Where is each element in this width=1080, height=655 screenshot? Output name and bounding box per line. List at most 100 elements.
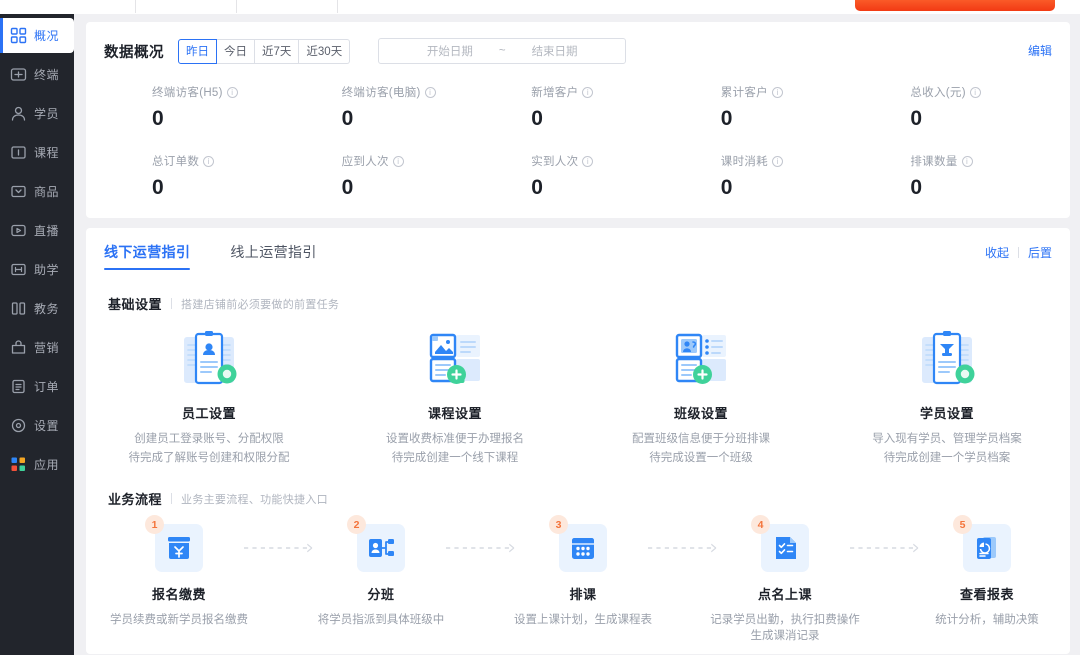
flow-icon-wrap: 2 — [347, 515, 405, 572]
edit-link[interactable]: 编辑 — [1028, 42, 1052, 59]
date-range-picker[interactable]: 开始日期 ~ 结束日期 — [378, 38, 627, 64]
overview-header: 数据概况 昨日 今日 近7天 近30天 开始日期 ~ 结束日期 — [104, 38, 1052, 64]
browser-tab[interactable] — [0, 0, 135, 13]
flow-step-desc-line2: 生成课消记录 — [750, 630, 820, 642]
sidebar-item-label: 订单 — [34, 380, 60, 394]
setup-card-status: 待完成创建一个线下课程 — [391, 452, 519, 464]
stat-value: 0 — [910, 107, 923, 130]
stat-label: 总订单数 — [152, 156, 200, 168]
step-number-badge: 5 — [953, 515, 972, 534]
dashed-arrow-icon — [850, 543, 919, 553]
setup-card-title: 员工设置 — [181, 406, 236, 421]
assist-icon — [10, 261, 27, 278]
info-icon[interactable]: i — [582, 155, 594, 167]
browser-tab[interactable] — [136, 0, 236, 13]
section-subtitle: 业务主要流程、功能快捷入口 — [181, 493, 328, 506]
flow-step-title: 报名缴费 — [151, 587, 206, 602]
setup-card-class[interactable]: 班级设置 配置班级信息便于分班排课 待完成设置一个班级 — [578, 329, 824, 465]
stat-label: 终端访客(H5) — [152, 87, 223, 99]
setup-card-title: 班级设置 — [673, 406, 728, 421]
postpone-action[interactable]: 后置 — [1028, 244, 1052, 261]
sidebar-item-order[interactable]: 订单 — [0, 369, 74, 404]
stat-label: 实到人次 — [531, 156, 579, 168]
sidebar-item-live[interactable]: 直播 — [0, 213, 74, 248]
section-title: 基础设置 — [108, 297, 163, 312]
sidebar-item-goods[interactable]: 商品 — [0, 174, 74, 209]
stat-total-orders: 总订单数 i 0 — [104, 153, 294, 200]
collapse-action[interactable]: 收起 — [985, 244, 1009, 261]
assign-class-icon — [357, 524, 405, 572]
sidebar-item-course[interactable]: 课程 — [0, 135, 74, 170]
course-layout-icon — [420, 329, 490, 391]
sidebar-item-label: 应用 — [34, 458, 60, 472]
stat-label: 应到人次 — [341, 156, 389, 168]
info-icon[interactable]: i — [203, 155, 215, 167]
schedule-icon — [559, 524, 607, 572]
step-number-badge: 1 — [145, 515, 164, 534]
tab-online-guide[interactable]: 线上运营指引 — [230, 228, 316, 276]
grid-icon — [10, 27, 27, 44]
info-icon[interactable]: i — [582, 86, 594, 98]
sidebar-item-label: 课程 — [34, 146, 60, 160]
setup-card-status: 待完成创建一个学员档案 — [883, 452, 1011, 464]
sidebar-item-label: 教务 — [34, 302, 60, 316]
report-icon — [963, 524, 1011, 572]
setup-card-course[interactable]: 课程设置 设置收费标准便于办理报名 待完成创建一个线下课程 — [332, 329, 578, 465]
business-process-steps: 1 报名缴费 学员续费或新学员报名缴费 2 分班 将学员指派到具体班级中 3 排… — [86, 515, 1070, 644]
info-icon[interactable]: i — [771, 155, 783, 167]
info-icon[interactable]: i — [969, 86, 981, 98]
stat-expected-attendance: 应到人次 i 0 — [294, 153, 484, 200]
flow-step-attendance[interactable]: 4 点名上课 记录学员出勤，执行扣费操作 生成课消记录 — [710, 515, 860, 644]
info-icon[interactable]: i — [424, 86, 436, 98]
stat-new-customers: 新增客户 i 0 — [483, 84, 673, 131]
setup-card-desc: 导入现有学员、管理学员档案 — [872, 433, 1022, 445]
flow-step-title: 分班 — [367, 587, 395, 602]
primary-action-button[interactable] — [855, 0, 1055, 11]
setup-card-student[interactable]: 学员设置 导入现有学员、管理学员档案 待完成创建一个学员档案 — [824, 329, 1070, 465]
info-icon[interactable]: i — [961, 155, 973, 167]
sidebar-item-student[interactable]: 学员 — [0, 96, 74, 131]
flow-step-title: 查看报表 — [959, 587, 1014, 602]
flow-step-report[interactable]: 5 查看报表 统计分析，辅助决策 — [928, 515, 1046, 628]
info-icon[interactable]: i — [392, 155, 404, 167]
guide-tabs: 线下运营指引 线上运营指引 收起 后置 — [86, 228, 1070, 276]
sidebar-item-label: 助学 — [34, 263, 60, 277]
class-layout-icon — [666, 329, 736, 391]
browser-tab[interactable] — [237, 0, 337, 13]
academic-icon — [10, 300, 27, 317]
range-button-today[interactable]: 今日 — [217, 38, 255, 64]
info-icon[interactable]: i — [771, 86, 783, 98]
payment-icon — [155, 524, 203, 572]
flow-step-desc: 记录学员出勤，执行扣费操作 生成课消记录 — [710, 612, 860, 644]
range-button-7days[interactable]: 近7天 — [255, 38, 300, 64]
sidebar-item-marketing[interactable]: 营销 — [0, 330, 74, 365]
setup-card-desc: 创建员工登录账号、分配权限 — [134, 433, 284, 445]
flow-connector — [642, 524, 726, 572]
sidebar-item-assist[interactable]: 助学 — [0, 252, 74, 287]
sidebar-item-terminal[interactable]: 终端 — [0, 57, 74, 92]
setup-card-desc: 配置班级信息便于分班排课 — [632, 433, 770, 445]
stat-value: 0 — [152, 107, 164, 130]
stat-visitors-h5: 终端访客(H5) i 0 — [104, 84, 294, 131]
tab-offline-guide[interactable]: 线下运营指引 — [104, 228, 191, 276]
sidebar-item-apps[interactable]: 应用 — [0, 447, 74, 482]
sidebar-item-settings[interactable]: 设置 — [0, 408, 74, 443]
sidebar-item-academic[interactable]: 教务 — [0, 291, 74, 326]
range-button-yesterday[interactable]: 昨日 — [178, 38, 217, 64]
stat-label: 累计客户 — [720, 87, 768, 99]
info-icon[interactable]: i — [226, 86, 238, 98]
flow-step-assign-class[interactable]: 2 分班 将学员指派到具体班级中 — [318, 515, 444, 628]
setup-card-staff[interactable]: 员工设置 创建员工登录账号、分配权限 待完成了解账号创建和权限分配 — [86, 329, 332, 465]
stats-row-secondary: 总订单数 i 0 应到人次 i 0 实到人次 i 0 课时消耗 i 0 排课数量 i — [104, 153, 1052, 200]
goods-icon — [10, 183, 27, 200]
stat-label: 新增客户 — [531, 87, 579, 99]
sidebar-item-overview[interactable]: 概况 — [0, 18, 74, 53]
setup-card-title: 学员设置 — [919, 406, 974, 421]
step-number-badge: 3 — [549, 515, 568, 534]
flow-step-payment[interactable]: 1 报名缴费 学员续费或新学员报名缴费 — [110, 515, 248, 628]
flow-step-title: 排课 — [569, 587, 597, 602]
stat-actual-attendance: 实到人次 i 0 — [483, 153, 673, 200]
flow-step-schedule[interactable]: 3 排课 设置上课计划，生成课程表 — [514, 515, 652, 628]
range-button-30days[interactable]: 近30天 — [299, 38, 351, 64]
basic-settings-cards: 员工设置 创建员工登录账号、分配权限 待完成了解账号创建和权限分配 课程设置 设… — [86, 329, 1070, 465]
